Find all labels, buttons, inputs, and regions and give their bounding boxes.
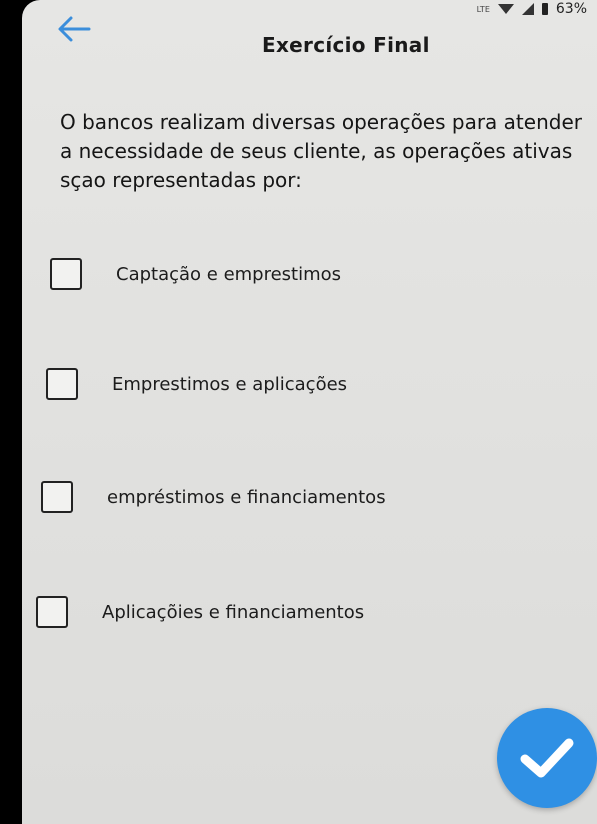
option-4[interactable]: Aplicaçõies e financiamentos — [36, 596, 364, 628]
network-type: LTE — [476, 4, 490, 14]
option-1-checkbox[interactable] — [50, 258, 82, 290]
option-3[interactable]: empréstimos e financiamentos — [41, 481, 386, 513]
question-text: O bancos realizam diversas operações par… — [60, 110, 582, 192]
submit-button[interactable] — [497, 708, 597, 808]
option-2-label: Emprestimos e aplicações — [112, 373, 348, 395]
option-3-checkbox[interactable] — [41, 481, 73, 513]
option-2[interactable]: Emprestimos e aplicações — [46, 368, 347, 400]
option-4-checkbox[interactable] — [36, 596, 68, 628]
page-title: Exercício Final — [262, 33, 430, 57]
app-screen: LTE 63% Exercício Final O bancos realiza… — [22, 0, 597, 824]
wifi-icon — [497, 4, 514, 14]
battery-icon — [541, 3, 548, 15]
back-button[interactable] — [56, 14, 96, 48]
option-1[interactable]: Captação e emprestimos — [50, 258, 341, 290]
option-1-label: Captação e emprestimos — [116, 263, 342, 285]
arrow-left-icon — [58, 16, 91, 42]
battery-level: 63% — [555, 1, 587, 17]
status-bar: LTE 63% — [387, 0, 597, 18]
option-3-label: empréstimos e financiamentos — [107, 486, 386, 508]
signal-icon — [521, 3, 534, 15]
option-2-checkbox[interactable] — [46, 368, 78, 400]
option-4-label: Aplicaçõies e financiamentos — [102, 601, 365, 623]
checkmark-icon — [520, 738, 574, 778]
